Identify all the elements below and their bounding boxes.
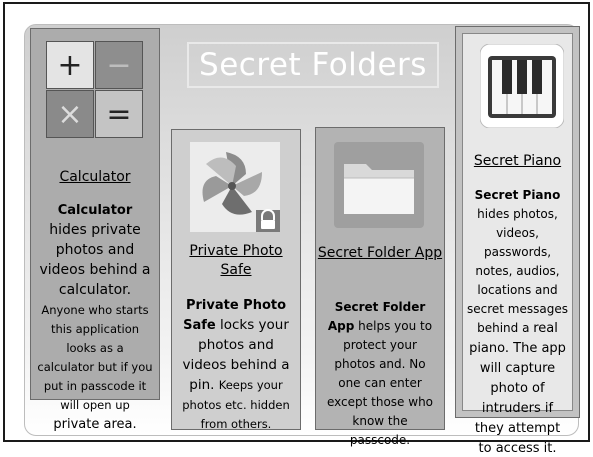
photo-safe-card: Private Photo Safe Private Photo Safe lo… xyxy=(171,129,301,432)
folder-icon xyxy=(334,142,424,228)
piano-link[interactable]: Secret Piano xyxy=(463,152,572,171)
folder-app-description: Secret Folder App helps you to protect y… xyxy=(322,296,438,448)
calculator-text-3: private area. xyxy=(53,417,137,432)
folder-app-card: Secret Folder App Secret Folder App help… xyxy=(315,127,445,447)
calculator-icon: + − × = xyxy=(46,41,144,139)
calculator-link[interactable]: Calculator xyxy=(31,168,159,187)
piano-description: Secret Piano hides photos, videos, passw… xyxy=(467,184,568,457)
photo-safe-link[interactable]: Private Photo Safe xyxy=(172,242,300,280)
page-title: Secret Folders xyxy=(187,42,439,88)
multiply-key: × xyxy=(46,90,94,138)
calculator-card: + − × = Calculator Calculator hides priv… xyxy=(30,28,160,432)
piano-bold-name: Secret Piano xyxy=(474,188,561,202)
folder-app-text-1: helps you to protect your photos and. No… xyxy=(326,319,434,447)
piano-text-1: hides photos, videos, passwords, notes, … xyxy=(467,207,568,335)
calculator-description: Calculator hides private photos and vide… xyxy=(37,199,153,433)
calculator-text-2: Anyone who starts this application looks… xyxy=(37,303,153,412)
calculator-text-1: hides private photos and videos behind a… xyxy=(39,222,151,298)
folder-app-link[interactable]: Secret Folder App xyxy=(316,244,444,263)
photo-safe-description: Private Photo Safe locks your photos and… xyxy=(178,294,294,432)
piano-text-3: The app will capture photo of intruders … xyxy=(474,341,566,456)
equals-key: = xyxy=(95,90,143,138)
slide-frame: Secret Folders + − × = Calculator Calcul… xyxy=(3,2,590,456)
minus-key: − xyxy=(95,41,143,89)
piano-card: Secret Piano Secret Piano hides photos, … xyxy=(455,26,580,456)
calculator-bold-name: Calculator xyxy=(57,203,133,218)
piano-icon xyxy=(479,43,565,129)
plus-key: + xyxy=(46,41,94,89)
pinwheel-lock-icon xyxy=(190,142,280,232)
piano-card-inner: Secret Piano Secret Piano hides photos, … xyxy=(462,33,573,456)
